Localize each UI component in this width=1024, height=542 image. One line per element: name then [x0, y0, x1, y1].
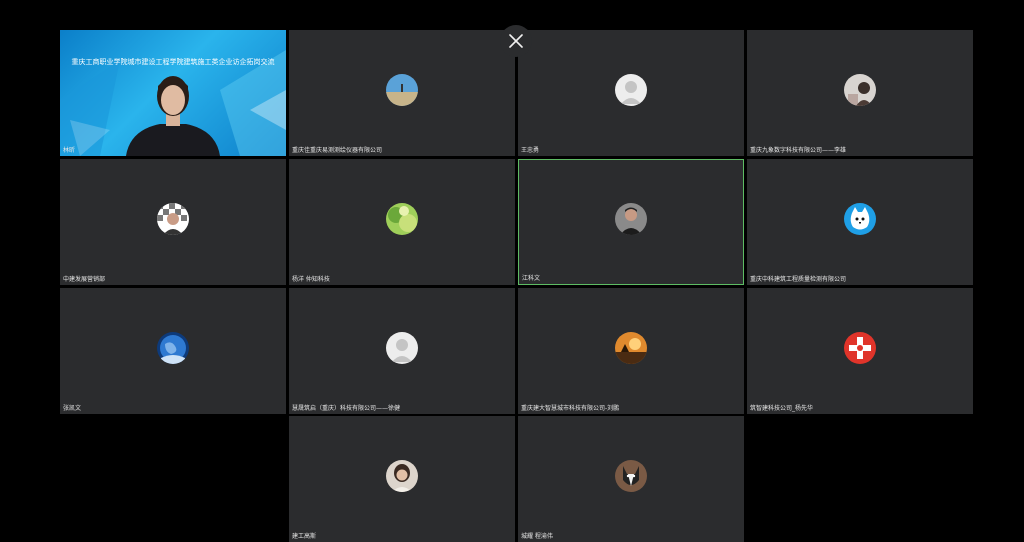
participant-tile[interactable]: 杨洋 仲知科技 [289, 159, 515, 285]
default-user-icon [615, 74, 647, 106]
participant-tile[interactable]: 中建发展营销部 [60, 159, 286, 285]
participant-tile[interactable]: 重庆佳重庆易测测绘仪器有限公司 [289, 30, 515, 156]
participant-name: 重庆佳重庆易测测绘仪器有限公司 [292, 147, 383, 154]
participant-tile[interactable]: 王忠勇 [518, 30, 744, 156]
plant-photo-icon [386, 203, 418, 235]
participant-tile[interactable]: 慧晟筑启（重庆）科技有限公司——徐健 [289, 288, 515, 414]
earth-icon [157, 332, 189, 364]
participant-name: 江科文 [522, 275, 541, 282]
man-photo-icon [615, 203, 647, 235]
red-cross-logo-icon [844, 332, 876, 364]
participant-name: 重庆建大智慧城市科技有限公司-刘鹏 [521, 405, 620, 412]
participant-tile[interactable]: 张凯文 [60, 288, 286, 414]
participant-name: 杨洋 仲知科技 [292, 276, 330, 283]
landscape-photo-icon [386, 74, 418, 106]
speaker-video [60, 50, 286, 156]
close-icon [509, 34, 523, 48]
participant-name: 林昕 [63, 147, 76, 154]
participant-tile-active[interactable]: 江科文 [518, 159, 744, 285]
participant-name: 张凯文 [63, 405, 82, 412]
participant-name: 筑智建科技公司_杨先华 [750, 405, 814, 412]
woman-photo-icon [386, 460, 418, 492]
dog-photo-icon [615, 460, 647, 492]
participant-name: 城耀 程渝伟 [521, 533, 553, 540]
person-photo-icon [844, 74, 876, 106]
participant-name: 重庆九象数字科技有限公司——李雄 [750, 147, 847, 154]
participant-tile-speaker[interactable]: 重庆工商职业学院城市建设工程学院建筑施工类企业访企拓岗交流 林昕 [60, 30, 286, 156]
participant-name: 王忠勇 [521, 147, 540, 154]
participant-tile[interactable]: 重庆建大智慧城市科技有限公司-刘鹏 [518, 288, 744, 414]
participant-tile[interactable]: 重庆九象数字科技有限公司——李雄 [747, 30, 973, 156]
participant-name: 慧晟筑启（重庆）科技有限公司——徐健 [292, 405, 401, 412]
participant-name: 中建发展营销部 [63, 276, 106, 283]
checker-person-icon [157, 203, 189, 235]
default-user-icon [386, 332, 418, 364]
participant-tile[interactable]: 城耀 程渝伟 [518, 416, 744, 542]
participant-name: 重庆中科建筑工程质量检测有限公司 [750, 276, 847, 283]
meeting-banner: 重庆工商职业学院城市建设工程学院建筑施工类企业访企拓岗交流 [71, 58, 275, 66]
white-cat-icon [844, 203, 876, 235]
participant-tile[interactable]: 建工高斯 [289, 416, 515, 542]
participant-tile[interactable]: 筑智建科技公司_杨先华 [747, 288, 973, 414]
sunset-photo-icon [615, 332, 647, 364]
close-button[interactable] [500, 25, 532, 57]
video-grid: 重庆工商职业学院城市建设工程学院建筑施工类企业访企拓岗交流 林昕 重庆佳重庆易测… [60, 30, 974, 542]
participant-name: 建工高斯 [292, 533, 317, 540]
participant-tile[interactable]: 重庆中科建筑工程质量检测有限公司 [747, 159, 973, 285]
